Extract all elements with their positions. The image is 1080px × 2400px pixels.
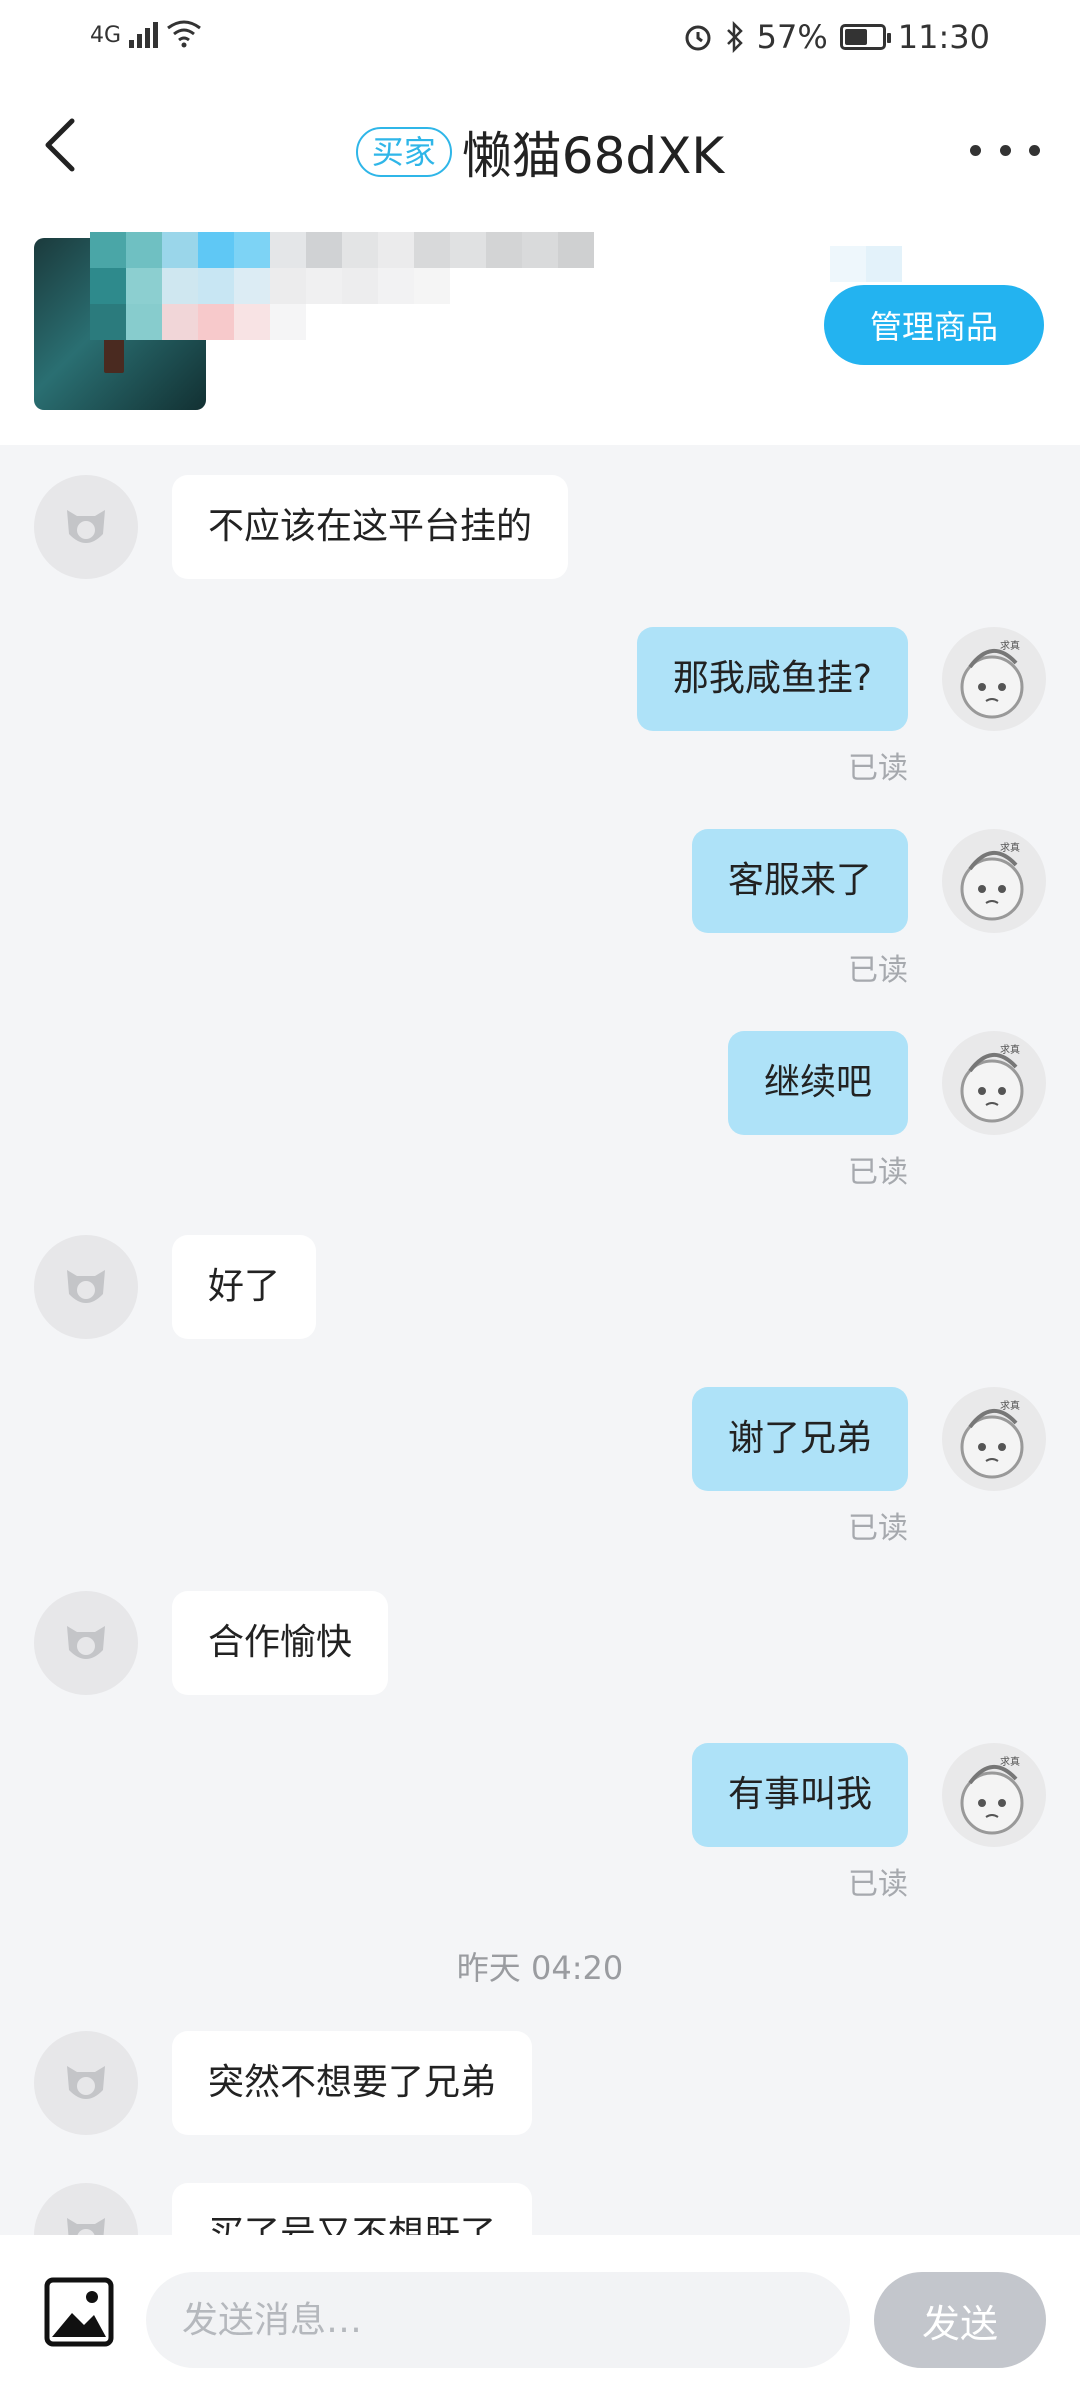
composer-bar: 发送 xyxy=(0,2235,1080,2400)
manage-products-button[interactable]: 管理商品 xyxy=(824,285,1044,365)
message-row: 好了 xyxy=(0,1235,1080,1345)
send-button[interactable]: 发送 xyxy=(874,2272,1046,2368)
read-receipt: 已读 xyxy=(848,953,908,988)
status-right: 57% 11:30 xyxy=(683,18,990,56)
svg-text:求真: 求真 xyxy=(1000,639,1020,652)
product-card[interactable]: 管理商品 xyxy=(0,210,1080,445)
message-bubble-incoming[interactable]: 买了号又不想肝了 xyxy=(172,2183,533,2235)
message-row: 求真 那我咸鱼挂? 已读 xyxy=(0,627,1080,787)
message-bubble-incoming[interactable]: 合作愉快 xyxy=(172,1591,389,1695)
cartoon-avatar-icon: 求真 xyxy=(960,841,1024,921)
cartoon-avatar-icon: 求真 xyxy=(960,1043,1024,1123)
avatar[interactable] xyxy=(34,2031,138,2135)
clock: 11:30 xyxy=(897,18,990,56)
svg-text:求真: 求真 xyxy=(1000,1755,1020,1768)
wifi-icon xyxy=(167,20,201,48)
time-divider: 昨天 04:20 xyxy=(456,1949,624,1987)
message-row: 合作愉快 xyxy=(0,1591,1080,1701)
message-row: 买了号又不想肝了 xyxy=(0,2183,1080,2235)
message-row: 求真 有事叫我 已读 xyxy=(0,1743,1080,1903)
my-avatar[interactable]: 求真 xyxy=(942,1031,1046,1135)
default-avatar-icon xyxy=(67,1270,105,1303)
message-bubble-incoming[interactable]: 好了 xyxy=(172,1235,317,1339)
my-avatar[interactable]: 求真 xyxy=(942,1387,1046,1491)
cartoon-avatar-icon: 求真 xyxy=(960,1755,1024,1835)
message-row: 突然不想要了兄弟 xyxy=(0,2031,1080,2141)
default-avatar-icon xyxy=(67,510,105,543)
role-tag: 买家 xyxy=(355,127,452,177)
signal-icon xyxy=(129,18,159,48)
read-receipt: 已读 xyxy=(848,1511,908,1546)
default-avatar-icon xyxy=(67,1626,105,1659)
svg-text:求真: 求真 xyxy=(1000,841,1020,854)
avatar[interactable] xyxy=(34,1235,138,1339)
message-list[interactable]: 不应该在这平台挂的 求真 那我咸鱼挂? 已读 求真 客服来了 已读 求真 继续吧… xyxy=(0,445,1080,2235)
message-row: 不应该在这平台挂的 xyxy=(0,475,1080,585)
battery-percent: 57% xyxy=(756,18,828,56)
header-title-group: 买家 懒猫68dXK xyxy=(0,116,1080,188)
avatar[interactable] xyxy=(34,2183,138,2235)
default-avatar-icon xyxy=(67,2218,105,2235)
message-bubble-incoming[interactable]: 不应该在这平台挂的 xyxy=(172,475,569,579)
alarm-icon xyxy=(685,25,711,51)
page-title[interactable]: 懒猫68dXK xyxy=(462,116,724,188)
image-icon[interactable] xyxy=(44,2277,114,2347)
default-avatar-icon xyxy=(67,2066,105,2099)
message-bubble-outgoing[interactable]: 有事叫我 xyxy=(691,1743,908,1847)
svg-text:求真: 求真 xyxy=(1000,1399,1020,1412)
my-avatar[interactable]: 求真 xyxy=(942,1743,1046,1847)
cartoon-avatar-icon: 求真 xyxy=(960,1399,1024,1479)
message-row: 求真 继续吧 已读 xyxy=(0,1031,1080,1191)
cartoon-avatar-icon: 求真 xyxy=(960,639,1024,719)
message-bubble-outgoing[interactable]: 客服来了 xyxy=(691,829,908,933)
read-receipt: 已读 xyxy=(848,751,908,786)
message-row: 求真 客服来了 已读 xyxy=(0,829,1080,989)
network-type: 4G xyxy=(90,23,122,48)
status-bar: 4G 57% 11:30 xyxy=(0,0,1080,80)
message-bubble-incoming[interactable]: 突然不想要了兄弟 xyxy=(172,2031,533,2135)
message-bubble-outgoing[interactable]: 继续吧 xyxy=(727,1031,908,1135)
message-bubble-outgoing[interactable]: 谢了兄弟 xyxy=(691,1387,908,1491)
more-dots-icon[interactable] xyxy=(970,125,1040,175)
avatar[interactable] xyxy=(34,1591,138,1695)
read-receipt: 已读 xyxy=(848,1867,908,1902)
read-receipt: 已读 xyxy=(848,1155,908,1190)
chat-header: 买家 懒猫68dXK xyxy=(0,80,1080,210)
my-avatar[interactable]: 求真 xyxy=(942,829,1046,933)
message-row: 求真 谢了兄弟 已读 xyxy=(0,1387,1080,1547)
bluetooth-icon xyxy=(726,21,743,53)
message-input[interactable] xyxy=(146,2272,850,2368)
status-left: 4G xyxy=(90,18,202,48)
message-bubble-outgoing[interactable]: 那我咸鱼挂? xyxy=(636,627,908,731)
battery-icon xyxy=(839,24,891,50)
avatar[interactable] xyxy=(34,475,138,579)
svg-text:求真: 求真 xyxy=(1000,1043,1020,1056)
my-avatar[interactable]: 求真 xyxy=(942,627,1046,731)
